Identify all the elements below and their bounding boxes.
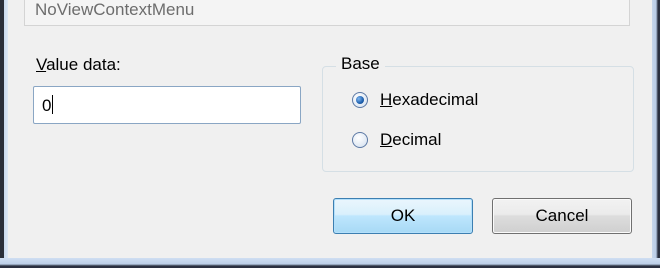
- radio-hexadecimal-label[interactable]: Hexadecimal: [380, 90, 478, 110]
- radio-decimal-label-rest: ecimal: [392, 130, 442, 149]
- radio-decimal[interactable]: Decimal: [352, 130, 441, 150]
- value-data-label: Value data:: [36, 55, 121, 75]
- value-data-input[interactable]: 0: [33, 86, 301, 124]
- value-name-text: NoViewContextMenu: [35, 0, 195, 19]
- window-frame-left: [0, 0, 8, 268]
- value-data-text: 0: [42, 96, 52, 115]
- text-caret: [52, 95, 54, 114]
- radio-decimal-mnemonic: D: [380, 130, 393, 149]
- base-groupbox-legend: Base: [336, 54, 385, 74]
- radio-hexadecimal-label-rest: exadecimal: [392, 90, 479, 109]
- radio-hexadecimal[interactable]: Hexadecimal: [352, 90, 478, 110]
- radio-decimal-label[interactable]: Decimal: [380, 130, 441, 150]
- value-data-label-rest: alue data:: [46, 55, 121, 74]
- radio-unselected-icon[interactable]: [352, 132, 368, 148]
- cancel-button[interactable]: Cancel: [492, 198, 632, 234]
- radio-dot-icon: [356, 96, 364, 104]
- value-name-field: NoViewContextMenu: [24, 0, 630, 26]
- radio-hexadecimal-mnemonic: H: [380, 90, 393, 109]
- base-groupbox: [322, 66, 634, 172]
- radio-selected-icon[interactable]: [352, 92, 368, 108]
- window-frame-bottom: [0, 258, 660, 268]
- value-data-label-mnemonic: V: [36, 55, 47, 74]
- window-frame-right: [652, 0, 660, 268]
- ok-button[interactable]: OK: [333, 198, 473, 234]
